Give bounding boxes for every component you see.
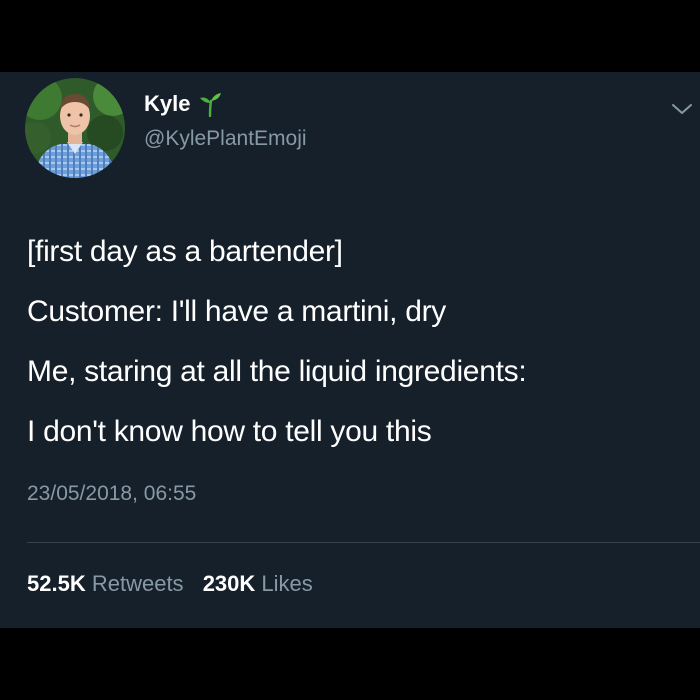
likes-count: 230K (202, 571, 256, 596)
avatar-photo (25, 78, 125, 178)
author-name-row[interactable]: Kyle (144, 88, 223, 120)
seedling-icon (197, 91, 223, 118)
tweet-line: Customer: I'll have a martini, dry (27, 295, 446, 328)
tweet-stats: 52.5K Retweets 230K Likes (27, 569, 313, 599)
likes-label: Likes (261, 571, 313, 596)
chevron-down-icon[interactable] (670, 100, 694, 118)
retweets-count: 52.5K (27, 571, 86, 596)
likes-stat[interactable]: 230K Likes (203, 571, 313, 596)
tweet-text: [first day as a bartender] Customer: I'l… (27, 222, 693, 462)
author-handle[interactable]: @KylePlantEmoji (144, 125, 307, 153)
tweet-timestamp[interactable]: 23/05/2018, 06:55 (27, 480, 196, 508)
retweets-stat[interactable]: 52.5K Retweets (27, 571, 184, 596)
retweets-label: Retweets (91, 571, 184, 596)
letterbox-bottom (0, 628, 700, 700)
tweet-line: Me, staring at all the liquid ingredient… (27, 355, 527, 388)
avatar[interactable] (25, 78, 125, 178)
author-name[interactable]: Kyle (144, 88, 190, 120)
letterbox-top (0, 0, 700, 72)
tweet-line: [first day as a bartender] (27, 235, 343, 268)
tweet-card: Kyle @KylePlantEmoji [first day as a bar… (0, 72, 700, 628)
tweet-line: I don't know how to tell you this (27, 415, 432, 448)
divider (27, 542, 700, 543)
